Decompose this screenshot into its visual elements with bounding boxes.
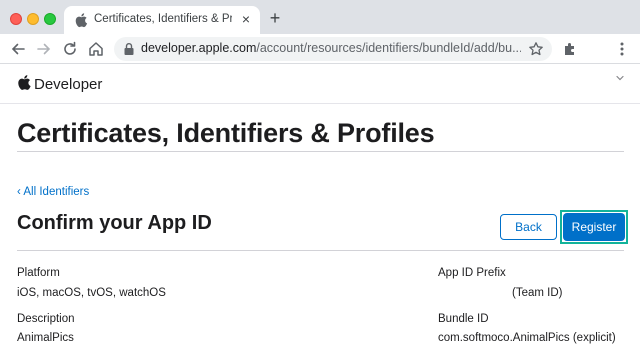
app-id-prefix-label: App ID Prefix bbox=[438, 267, 506, 279]
bundle-id-label: Bundle ID bbox=[438, 313, 489, 325]
platform-value: iOS, macOS, tvOS, watchOS bbox=[17, 287, 166, 299]
browser-toolbar: developer.apple.com/account/resources/id… bbox=[0, 34, 640, 64]
new-tab-icon[interactable]: + bbox=[266, 9, 284, 27]
back-button[interactable]: Back bbox=[500, 214, 557, 240]
back-arrow-icon[interactable] bbox=[8, 39, 28, 59]
all-identifiers-link[interactable]: ‹ All Identifiers bbox=[17, 186, 89, 198]
extensions-icon[interactable] bbox=[562, 41, 578, 57]
developer-label[interactable]: Developer bbox=[34, 76, 102, 93]
browser-tabstrip: Certificates, Identifiers & Profil × + bbox=[0, 0, 640, 34]
menu-icon[interactable] bbox=[614, 41, 630, 57]
window-close-button[interactable] bbox=[10, 13, 22, 25]
forward-arrow-icon[interactable] bbox=[34, 39, 54, 59]
apple-favicon-icon bbox=[75, 13, 88, 28]
lock-icon bbox=[124, 43, 134, 55]
address-bar[interactable]: developer.apple.com/account/resources/id… bbox=[114, 37, 552, 61]
developer-navbar: Developer bbox=[0, 64, 640, 104]
register-button[interactable]: Register bbox=[563, 213, 625, 241]
bundle-id-value: com.softmoco.AnimalPics (explicit) bbox=[438, 332, 616, 344]
title-divider bbox=[17, 151, 624, 152]
home-icon[interactable] bbox=[86, 39, 106, 59]
section-title: Confirm your App ID bbox=[17, 212, 212, 234]
section-divider bbox=[17, 250, 624, 251]
apple-logo-icon[interactable] bbox=[17, 74, 31, 91]
browser-tab[interactable]: Certificates, Identifiers & Profil × bbox=[64, 6, 260, 34]
platform-label: Platform bbox=[17, 267, 60, 279]
window-zoom-button[interactable] bbox=[44, 13, 56, 25]
url-text: developer.apple.com/account/resources/id… bbox=[141, 41, 521, 55]
star-icon[interactable] bbox=[528, 41, 544, 57]
app-id-prefix-value: (Team ID) bbox=[512, 287, 563, 299]
window-minimize-button[interactable] bbox=[27, 13, 39, 25]
description-value: AnimalPics bbox=[17, 332, 74, 344]
page-title: Certificates, Identifiers & Profiles bbox=[17, 118, 435, 148]
chevron-down-icon[interactable] bbox=[614, 72, 626, 84]
reload-icon[interactable] bbox=[60, 39, 80, 59]
tab-title: Certificates, Identifiers & Profil bbox=[94, 13, 232, 25]
tab-close-icon[interactable]: × bbox=[239, 12, 253, 26]
description-label: Description bbox=[17, 313, 75, 325]
